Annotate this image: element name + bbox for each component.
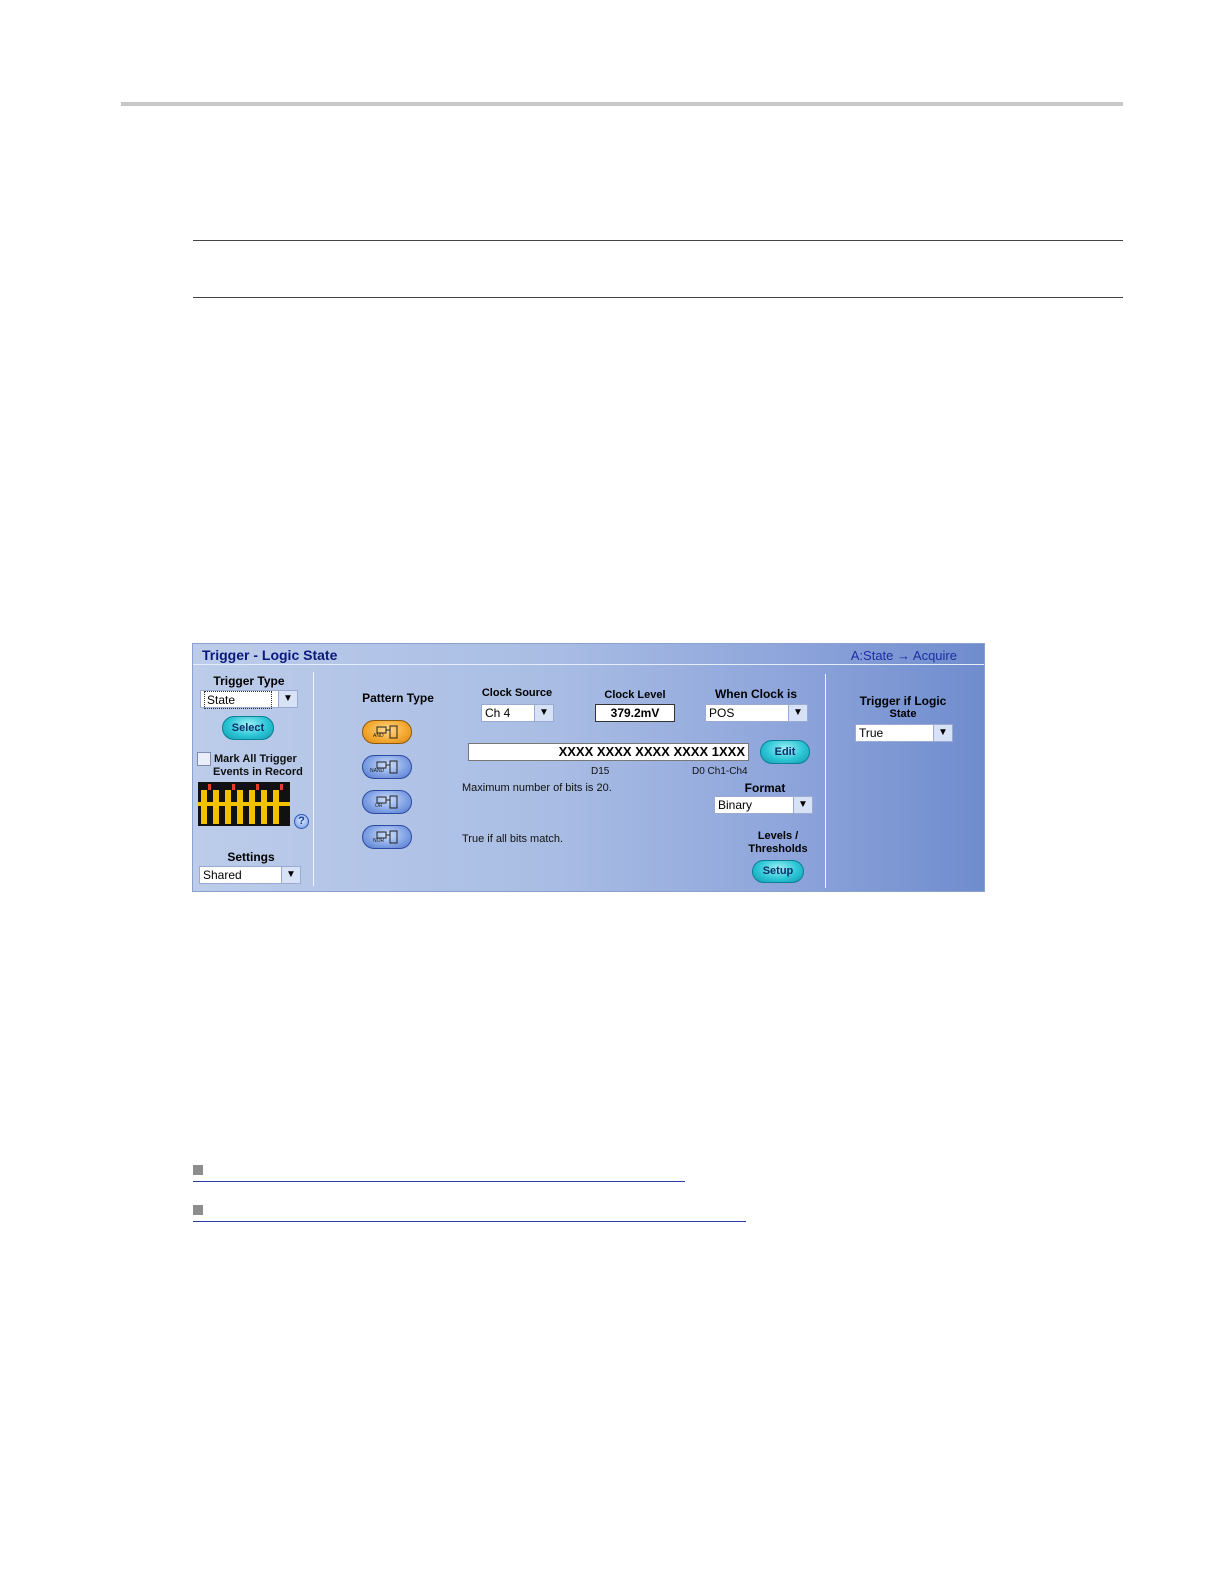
or-gate-label: OR bbox=[375, 803, 383, 809]
header-rule bbox=[121, 102, 1123, 106]
settings-value: Shared bbox=[203, 868, 242, 882]
trigger-if-dropdown[interactable]: True ▼ bbox=[855, 724, 953, 742]
nor-gate-button[interactable]: NOR bbox=[362, 825, 412, 849]
when-clock-dropdown[interactable]: POS ▼ bbox=[705, 704, 808, 722]
panel-titlebar: Trigger - Logic State A:State → Acquire bbox=[193, 644, 984, 665]
and-gate-button[interactable]: AND bbox=[362, 720, 412, 744]
msb-label: D15 bbox=[591, 766, 610, 777]
clock-level-label: Clock Level bbox=[604, 689, 666, 701]
condition-text: True if all bits match. bbox=[462, 833, 564, 845]
trigger-type-dropdown[interactable]: State ▼ bbox=[200, 690, 298, 709]
levels-label-2: Thresholds bbox=[748, 843, 808, 855]
divider bbox=[313, 672, 314, 886]
settings-label: Settings bbox=[227, 850, 275, 864]
panel-title: Trigger - Logic State bbox=[202, 647, 338, 663]
pattern-type-label: Pattern Type bbox=[362, 691, 434, 705]
settings-dropdown[interactable]: Shared ▼ bbox=[199, 866, 301, 884]
nand-gate-button[interactable]: NAND bbox=[362, 755, 412, 779]
clock-source-dropdown[interactable]: Ch 4 ▼ bbox=[481, 704, 554, 722]
chevron-down-icon: ▼ bbox=[788, 705, 807, 721]
mark-events-label-2: Events in Record bbox=[213, 766, 303, 778]
trigger-if-value: True bbox=[859, 726, 884, 740]
bullet-icon bbox=[193, 1205, 203, 1215]
trigger-type-value: State bbox=[204, 691, 272, 709]
nor-gate-label: NOR bbox=[373, 838, 385, 844]
clock-source-label: Clock Source bbox=[481, 687, 553, 699]
divider bbox=[825, 674, 826, 888]
chevron-down-icon: ▼ bbox=[278, 691, 297, 707]
link-underline-2[interactable] bbox=[193, 1221, 746, 1222]
setup-button[interactable]: Setup bbox=[752, 860, 804, 883]
when-clock-value: POS bbox=[709, 706, 735, 720]
when-clock-label: When Clock is bbox=[714, 687, 797, 701]
max-bits-text: Maximum number of bits is 20. bbox=[462, 782, 612, 794]
trigger-if-label-1: Trigger if Logic bbox=[859, 694, 947, 708]
pattern-bits-field[interactable]: XXXX XXXX XXXX XXXX 1XXX bbox=[468, 743, 749, 761]
waveform-preview-image bbox=[198, 782, 290, 826]
mark-all-events-checkbox[interactable] bbox=[197, 752, 211, 766]
edit-button[interactable]: Edit bbox=[760, 740, 810, 764]
chevron-down-icon: ▼ bbox=[933, 725, 952, 741]
chevron-down-icon: ▼ bbox=[793, 797, 812, 813]
format-label: Format bbox=[744, 781, 786, 795]
section-rule-top bbox=[193, 240, 1123, 241]
panel-breadcrumb[interactable]: A:State → Acquire bbox=[851, 648, 957, 663]
chevron-down-icon: ▼ bbox=[281, 867, 300, 883]
lsb-label: D0 Ch1-Ch4 bbox=[692, 766, 748, 777]
clock-level-input[interactable]: 379.2mV bbox=[595, 704, 675, 722]
select-button[interactable]: Select bbox=[222, 716, 274, 740]
link-underline-1[interactable] bbox=[193, 1181, 685, 1182]
trigger-logic-state-panel: Trigger - Logic State A:State → Acquire … bbox=[192, 643, 985, 892]
format-dropdown[interactable]: Binary ▼ bbox=[714, 796, 813, 814]
section-rule-bottom bbox=[193, 297, 1123, 298]
or-gate-button[interactable]: OR bbox=[362, 790, 412, 814]
format-value: Binary bbox=[718, 798, 753, 812]
trigger-type-label: Trigger Type bbox=[213, 674, 285, 688]
bullet-icon bbox=[193, 1165, 203, 1175]
clock-source-value: Ch 4 bbox=[485, 706, 511, 720]
mark-events-label-1: Mark All Trigger bbox=[214, 753, 297, 765]
help-icon[interactable]: ? bbox=[294, 814, 309, 829]
trigger-if-label-2: State bbox=[889, 708, 917, 720]
levels-label-1: Levels / bbox=[757, 830, 799, 842]
chevron-down-icon: ▼ bbox=[534, 705, 553, 721]
nand-gate-label: NAND bbox=[370, 768, 385, 774]
and-gate-label: AND bbox=[373, 733, 384, 739]
